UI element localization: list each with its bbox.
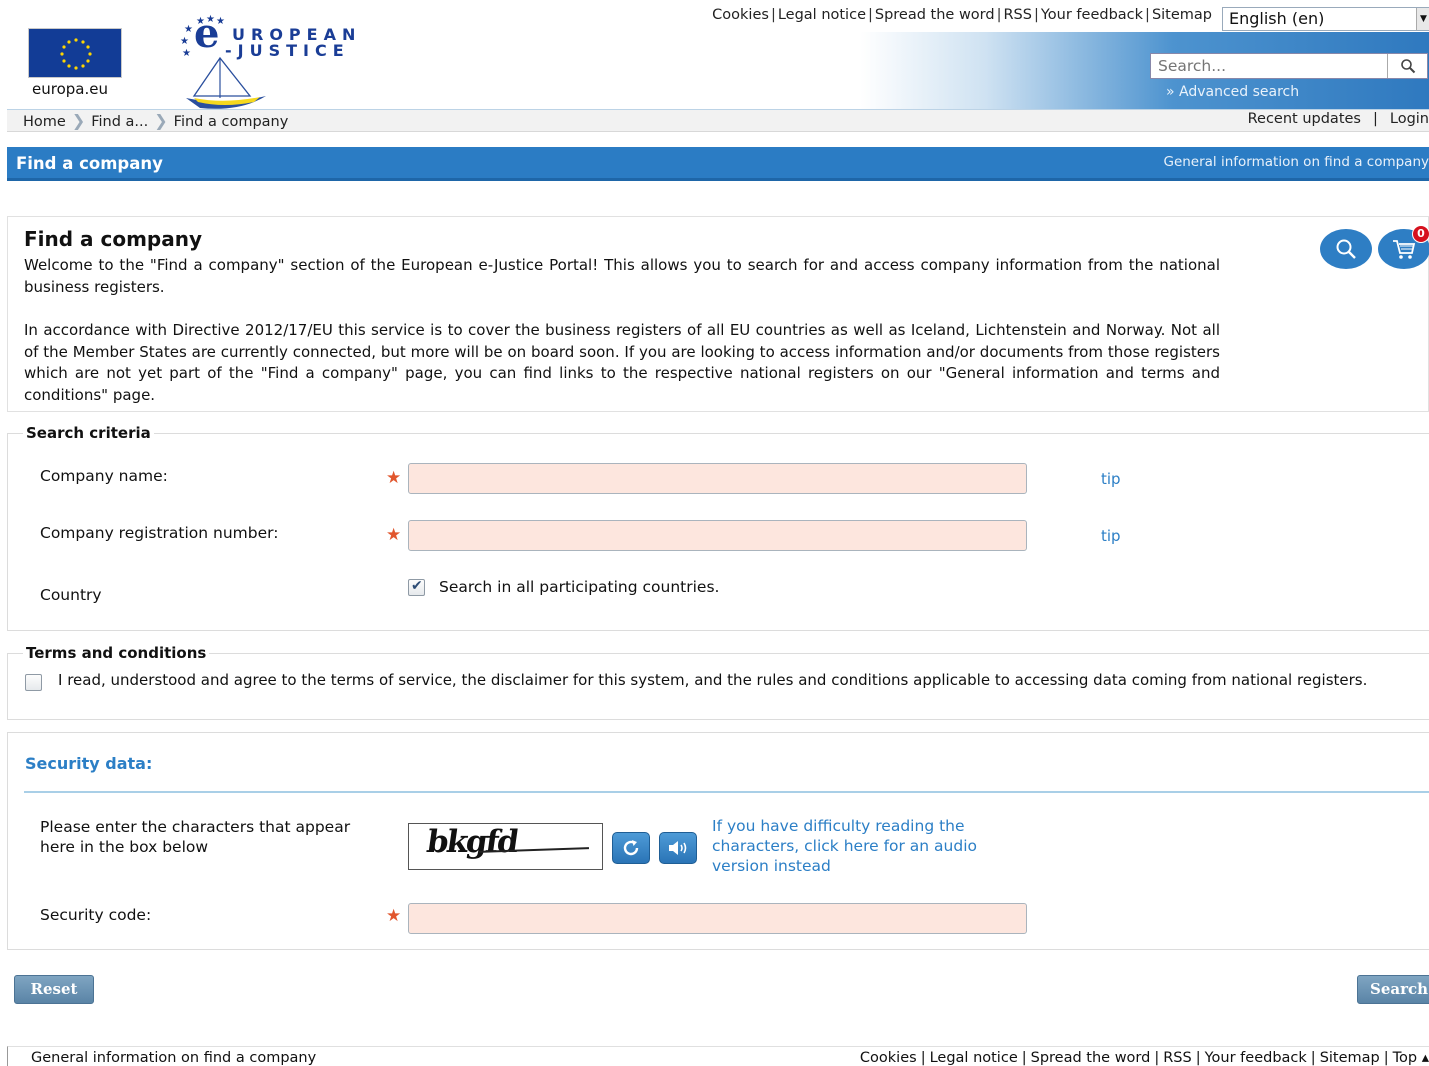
security-code-label: Security code: <box>40 906 152 924</box>
terms-fieldset: Terms and conditions I read, understood … <box>7 644 1429 720</box>
footer-link-rss[interactable]: RSS <box>1163 1050 1191 1066</box>
language-select[interactable]: English (en) ▼ <box>1222 7 1429 31</box>
intro-paragraph: In accordance with Directive 2012/17/EU … <box>24 321 1220 404</box>
intro-section: Find a company Welcome to the "Find a co… <box>7 216 1429 412</box>
arrow-up-icon: ▴ <box>1421 1050 1429 1066</box>
breadcrumb-current: Find a company <box>173 114 289 130</box>
site-header: europa.eu ★ ★ ★ ★ ★ ★ e UROPEAN -JUSTICE Coo… <box>0 0 1429 110</box>
security-code-input[interactable] <box>408 903 1027 934</box>
top-link-sitemap[interactable]: Sitemap <box>1152 7 1212 23</box>
eu-flag-icon <box>28 28 122 78</box>
svg-text:★: ★ <box>184 24 193 35</box>
chevron-right-icon: ❯ <box>154 111 168 130</box>
speaker-icon <box>669 841 687 855</box>
search-round-button[interactable] <box>1320 229 1372 269</box>
breadcrumb-bar: Home ❯ Find a... ❯ Find a company Recent upd… <box>7 109 1429 132</box>
footer-general-info-link[interactable]: General information on find a company <box>31 1050 316 1066</box>
terms-agree-checkbox[interactable] <box>25 674 42 691</box>
security-section: Security data: Please enter the characte… <box>7 732 1429 950</box>
logo-e-icon: e <box>194 10 220 57</box>
footer-links: Cookies | Legal notice | Spread the word | RSS… <box>859 1050 1429 1066</box>
top-link-legal-notice[interactable]: Legal notice <box>778 7 866 23</box>
security-title: Security data: <box>25 754 153 773</box>
registration-number-label: Company registration number: <box>40 524 279 542</box>
search-criteria-legend: Search criteria <box>23 424 154 442</box>
site-search <box>1150 53 1428 79</box>
footer-link-sitemap[interactable]: Sitemap <box>1320 1050 1380 1066</box>
e-justice-logo[interactable]: ★ ★ ★ ★ ★ ★ e UROPEAN -JUSTICE <box>170 10 370 110</box>
general-info-link[interactable]: General information on find a company <box>1163 154 1429 170</box>
captcha-refresh-button[interactable] <box>612 832 650 864</box>
top-link-your-feedback[interactable]: Your feedback <box>1041 7 1143 23</box>
recent-updates-link[interactable]: Recent updates <box>1248 111 1361 127</box>
search-input[interactable] <box>1151 54 1388 78</box>
search-icon[interactable] <box>1387 54 1427 78</box>
company-name-input[interactable] <box>408 463 1027 494</box>
login-link[interactable]: Login <box>1390 111 1429 127</box>
page-title-bar: Find a company General information on fi… <box>7 147 1429 181</box>
breadcrumb-find-a[interactable]: Find a... <box>91 114 148 130</box>
chevron-right-icon: ❯ <box>71 111 86 130</box>
company-name-tip-link[interactable]: tip <box>1101 470 1121 488</box>
site-footer: General information on find a company Co… <box>7 1046 1429 1066</box>
all-countries-label: Search in all participating countries. <box>439 578 720 596</box>
audio-version-link[interactable]: If you have difficulty reading the chara… <box>712 816 1012 876</box>
top-link-cookies[interactable]: Cookies <box>712 7 769 23</box>
divider <box>24 791 1429 793</box>
registration-number-tip-link[interactable]: tip <box>1101 527 1121 545</box>
footer-link-spread-the-word[interactable]: Spread the word <box>1031 1050 1151 1066</box>
intro-paragraph: Welcome to the "Find a company" section … <box>24 256 1220 296</box>
shopping-cart-icon <box>1393 240 1416 259</box>
all-countries-checkbox[interactable]: ✔ <box>408 578 425 596</box>
registration-number-input[interactable] <box>408 520 1027 551</box>
search-criteria-fieldset: Search criteria Company name: ★ tip Comp… <box>7 424 1429 631</box>
cart-count-badge: 0 <box>1412 225 1429 243</box>
chevron-down-icon: ▼ <box>1416 8 1429 30</box>
footer-link-legal-notice[interactable]: Legal notice <box>930 1050 1018 1066</box>
captcha-text: bkgfd <box>424 824 520 860</box>
company-name-label: Company name: <box>40 467 168 485</box>
page-title: Find a company <box>24 227 203 251</box>
logo-ship-icon <box>186 56 266 109</box>
required-star-icon: ★ <box>386 906 402 926</box>
europa-link[interactable]: europa.eu <box>26 24 124 102</box>
captcha-image: bkgfd <box>408 823 603 870</box>
terms-agree-label: I read, understood and agree to the term… <box>58 671 1368 689</box>
checkmark-icon: ✔ <box>411 578 423 594</box>
search-icon <box>1336 239 1356 259</box>
captcha-audio-button[interactable] <box>659 832 697 864</box>
europa-label: europa.eu <box>32 80 108 98</box>
advanced-search-link[interactable]: » Advanced search <box>1166 84 1299 100</box>
svg-text:★: ★ <box>180 36 189 47</box>
search-button[interactable]: Search <box>1357 975 1429 1004</box>
footer-link-cookies[interactable]: Cookies <box>860 1050 917 1066</box>
top-links: Cookies | Legal notice | Spread the word | RSS… <box>712 7 1212 23</box>
user-links: Recent updates | Login <box>1247 111 1429 127</box>
captcha-instruction: Please enter the characters that appear … <box>40 818 351 856</box>
breadcrumb-home[interactable]: Home <box>23 114 66 130</box>
terms-legend: Terms and conditions <box>23 644 210 662</box>
reset-button[interactable]: Reset <box>14 975 94 1004</box>
top-link-spread-the-word[interactable]: Spread the word <box>875 7 995 23</box>
language-value: English (en) <box>1229 9 1325 28</box>
breadcrumb: Home ❯ Find a... ❯ Find a company <box>23 111 288 130</box>
refresh-icon <box>623 840 639 856</box>
page-title-bar-label: Find a company <box>16 154 163 173</box>
required-star-icon: ★ <box>386 468 402 488</box>
footer-link-top[interactable]: Top <box>1393 1050 1417 1066</box>
required-star-icon: ★ <box>386 525 402 545</box>
top-link-rss[interactable]: RSS <box>1003 7 1031 23</box>
footer-link-your-feedback[interactable]: Your feedback <box>1205 1050 1307 1066</box>
country-label: Country <box>40 586 102 604</box>
